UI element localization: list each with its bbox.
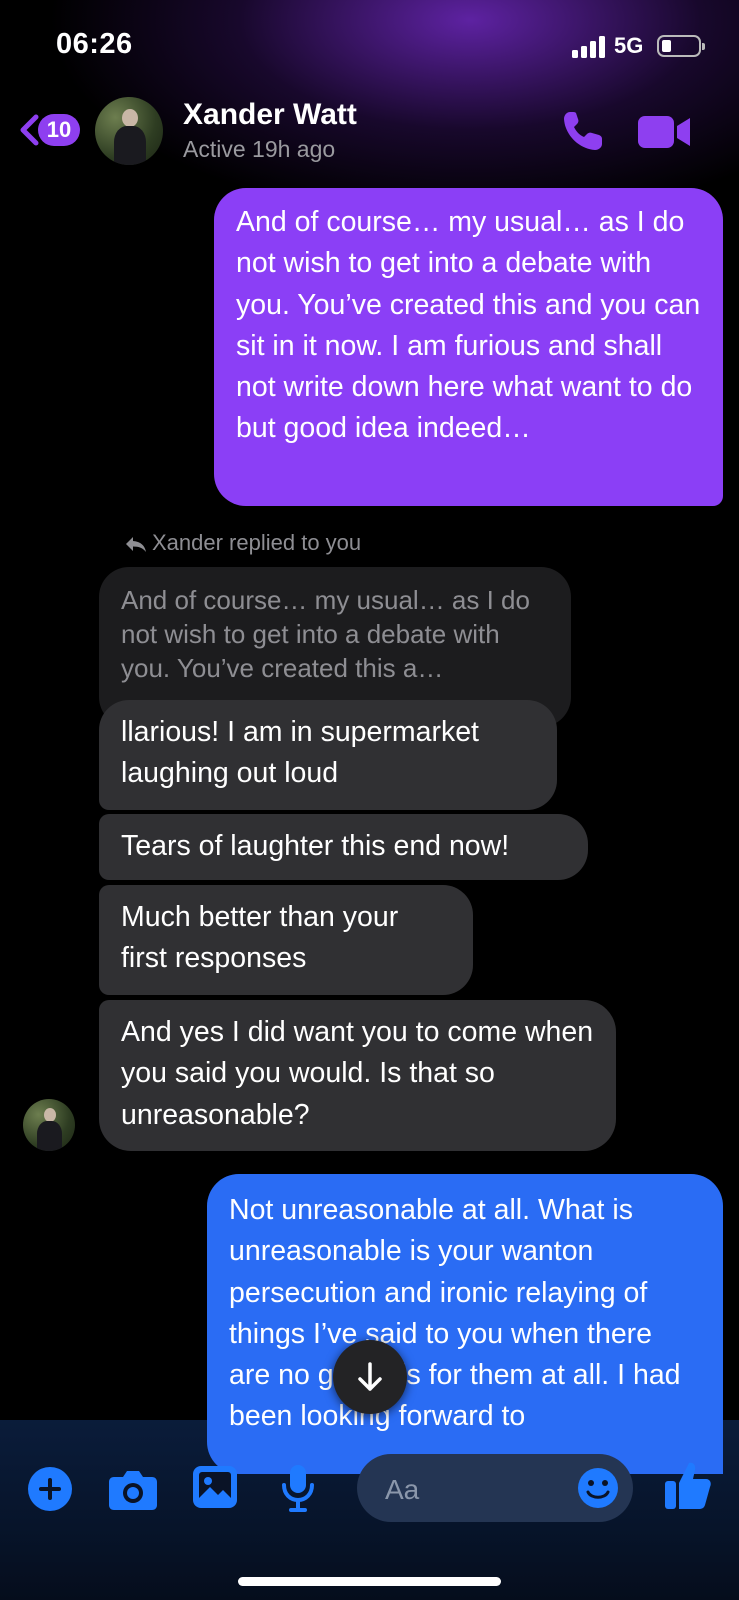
incoming-message[interactable]: llarious! I am in supermarket laughing o…	[99, 700, 557, 810]
message-input[interactable]: Aa	[357, 1454, 633, 1522]
outgoing-message[interactable]: Not unreasonable at all. What is unreaso…	[207, 1174, 723, 1474]
outgoing-message[interactable]: And of course… my usual… as I do not wis…	[214, 188, 723, 506]
sender-avatar[interactable]	[23, 1099, 75, 1151]
back-button[interactable]: 10	[16, 110, 80, 150]
message-composer: Aa	[0, 1437, 739, 1537]
home-indicator[interactable]	[238, 1577, 501, 1586]
message-input-placeholder: Aa	[385, 1474, 420, 1505]
video-camera-icon[interactable]	[638, 112, 692, 152]
phone-icon[interactable]	[560, 108, 606, 154]
microphone-icon[interactable]	[280, 1463, 316, 1513]
emoji-icon[interactable]	[577, 1467, 619, 1509]
contact-avatar[interactable]	[95, 97, 163, 165]
incoming-message[interactable]: And yes I did want you to come when you …	[99, 1000, 616, 1151]
camera-icon[interactable]	[108, 1467, 158, 1511]
unread-count-badge: 10	[38, 114, 80, 146]
image-icon[interactable]	[192, 1465, 238, 1509]
reply-label-text: Xander replied to you	[152, 530, 362, 555]
incoming-message[interactable]: Tears of laughter this end now!	[99, 814, 588, 880]
scroll-to-bottom-button[interactable]	[333, 1340, 407, 1414]
plus-icon[interactable]	[28, 1467, 72, 1511]
battery-icon	[657, 35, 705, 57]
contact-status: Active 19h ago	[183, 136, 336, 162]
signal-icon	[572, 36, 605, 58]
thumbs-up-icon[interactable]	[664, 1459, 712, 1511]
contact-name[interactable]: Xander Watt	[183, 98, 357, 132]
status-time: 06:26	[56, 28, 133, 60]
arrow-down-icon	[358, 1362, 382, 1391]
incoming-message[interactable]: Much better than your first responses	[99, 885, 473, 995]
chevron-left-icon	[20, 114, 39, 146]
network-label: 5G	[614, 33, 644, 58]
reply-icon	[126, 537, 146, 553]
reply-indicator: Xander replied to you	[124, 530, 361, 556]
battery-level	[662, 40, 671, 52]
